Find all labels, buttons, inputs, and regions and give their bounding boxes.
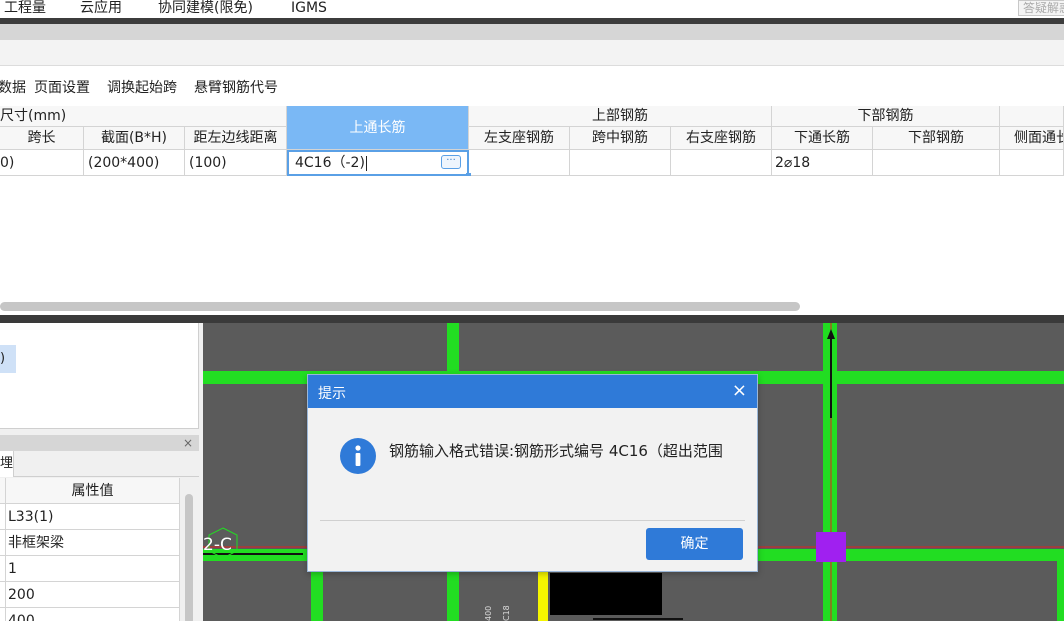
col-header-top-through[interactable]: 上通长筋 [287, 106, 469, 150]
ok-button[interactable]: 确定 [646, 528, 743, 560]
cell-edge-distance[interactable]: (100) [185, 150, 287, 176]
dialog-separator [320, 520, 745, 521]
rebar-grid: 尺寸(mm) 上通长筋 上部钢筋 下部钢筋 跨长 截面(B*H) 距左边线距离 … [0, 106, 1064, 176]
app-window: 工程量 云应用 协同建模(限免) IGMS 答疑解惑 数据 页面设置 调换起始跨… [0, 0, 1064, 621]
col-header-left-support-label: 左支座钢筋 [484, 130, 554, 146]
dialog-title: 提示 [318, 386, 346, 402]
property-panel-tab[interactable]: 埋 [0, 451, 14, 477]
pane-splitter[interactable] [0, 315, 1064, 323]
property-value-name[interactable]: L33(1) [6, 504, 180, 530]
property-scroll-thumb[interactable] [185, 494, 193, 621]
toolbar-data-button[interactable]: 数据 [0, 77, 26, 97]
info-icon [340, 438, 376, 474]
group-header-dimensions-label: 尺寸(mm) [0, 108, 67, 124]
toolbar-page-setup-button[interactable]: 页面设置 [34, 77, 90, 97]
component-list: ) [0, 323, 199, 429]
dimension-text-2: C18 [502, 605, 511, 621]
menu-item-collab-modeling[interactable]: 协同建模(限免) [158, 0, 253, 18]
cell-span-length[interactable]: 0) [0, 150, 84, 176]
group-header-top-rebar-label: 上部钢筋 [592, 108, 648, 124]
cell-section-value: (200*400) [88, 155, 160, 171]
menu-bar: 工程量 云应用 协同建模(限免) IGMS 答疑解惑 [0, 0, 1064, 18]
group-header-blank [1000, 106, 1064, 127]
text-caret [365, 155, 367, 171]
col-header-right-support-label: 右支座钢筋 [686, 130, 756, 146]
grid-toolbar: 数据 页面设置 调换起始跨 悬臂钢筋代号 [0, 67, 1064, 105]
cell-section[interactable]: (200*400) [84, 150, 185, 176]
cell-top-through-editor[interactable]: 4C16（-2) ··· [287, 150, 469, 176]
selected-block[interactable] [550, 573, 662, 615]
axis-label: 2-C [203, 535, 232, 555]
cell-bottom-through[interactable]: 2⌀18 [772, 150, 873, 176]
prompt-dialog: 提示 × 钢筋输入格式错误:钢筋形式编号 4C16（超出范围 确定 [307, 374, 758, 572]
col-header-right-support[interactable]: 右支座钢筋 [671, 127, 772, 150]
menu-item-quantities[interactable]: 工程量 [4, 0, 46, 18]
col-header-span-length[interactable]: 跨长 [0, 127, 84, 150]
beam-vertical-edge[interactable] [1057, 561, 1064, 621]
col-header-edge-distance-label: 距左边线距离 [193, 130, 278, 146]
property-value-type[interactable]: 非框架梁 [6, 530, 180, 556]
grid-empty-area [0, 176, 1064, 315]
help-search-input[interactable]: 答疑解惑 [1018, 0, 1064, 16]
dimension-text-1: 400 [484, 606, 493, 621]
col-header-edge-distance[interactable]: 距左边线距离 [185, 127, 287, 150]
col-header-section-label: 截面(B*H) [100, 130, 168, 146]
col-header-section[interactable]: 截面(B*H) [84, 127, 185, 150]
cell-bottom-through-value: 2⌀18 [775, 155, 811, 171]
ribbon-strip [0, 24, 1064, 40]
component-list-selected-item[interactable]: ) [0, 345, 16, 373]
col-header-bottom-through-label: 下通长筋 [794, 130, 850, 146]
property-value-height[interactable]: 400 [6, 608, 180, 621]
group-header-bottom-rebar: 下部钢筋 [772, 106, 1000, 127]
highlight-beam[interactable] [538, 571, 548, 621]
cell-edge-distance-value: (100) [189, 155, 227, 171]
col-header-side-through-label: 侧面通长筋 [1014, 130, 1063, 146]
property-header-value: 属性值 [6, 478, 180, 504]
col-header-bottom-rebar-label: 下部钢筋 [908, 130, 964, 146]
property-table: 属性值 L33(1) 非框架梁 1 200 400 [0, 478, 180, 621]
column-marker[interactable] [816, 532, 846, 562]
cell-bottom-rebar[interactable] [873, 150, 1000, 176]
property-value-width[interactable]: 200 [6, 582, 180, 608]
component-list-selected-label: ) [0, 351, 6, 366]
col-header-bottom-rebar[interactable]: 下部钢筋 [873, 127, 1000, 150]
cell-side-through[interactable] [1000, 150, 1064, 176]
col-header-mid-span[interactable]: 跨中钢筋 [570, 127, 671, 150]
dialog-message: 钢筋输入格式错误:钢筋形式编号 4C16（超出范围 [389, 442, 723, 460]
cell-left-support[interactable] [469, 150, 570, 176]
group-header-dimensions: 尺寸(mm) [0, 106, 287, 127]
menu-item-igms[interactable]: IGMS [291, 0, 327, 18]
menu-item-cloud-apps[interactable]: 云应用 [80, 0, 122, 18]
col-header-mid-span-label: 跨中钢筋 [592, 130, 648, 146]
left-panel: ) × 埋 属性值 L33(1) 非框架梁 1 200 400 [0, 323, 203, 621]
info-glyph-svg [355, 445, 361, 466]
cell-span-length-value: 0) [0, 155, 15, 171]
cell-mid-span[interactable] [570, 150, 671, 176]
grid-horizontal-scrollbar[interactable] [0, 302, 800, 311]
col-header-span-length-label: 跨长 [27, 130, 56, 146]
property-panel-close-icon[interactable]: × [183, 435, 193, 451]
dialog-close-icon[interactable]: × [732, 380, 747, 402]
ellipsis-button[interactable]: ··· [441, 155, 461, 169]
col-header-side-through[interactable]: 侧面通长筋 [1000, 127, 1064, 150]
property-panel-tabs: 埋 [0, 451, 199, 477]
toolbar-cantilever-code-button[interactable]: 悬臂钢筋代号 [194, 77, 278, 97]
group-header-bottom-rebar-label: 下部钢筋 [857, 108, 914, 124]
cell-right-support[interactable] [671, 150, 772, 176]
col-header-bottom-through[interactable]: 下通长筋 [772, 127, 873, 150]
dialog-titlebar[interactable]: 提示 × [308, 375, 757, 408]
cell-top-through-value: 4C16（-2) [295, 155, 365, 171]
toolbar-swap-start-span-button[interactable]: 调换起始跨 [107, 77, 177, 97]
col-header-left-support[interactable]: 左支座钢筋 [469, 127, 570, 150]
property-value-spans[interactable]: 1 [6, 556, 180, 582]
sub-ribbon [0, 40, 1064, 66]
property-vertical-scrollbar[interactable] [180, 478, 199, 621]
property-panel-titlebar: × [0, 435, 199, 451]
col-header-top-through-label: 上通长筋 [349, 120, 406, 136]
group-header-top-rebar: 上部钢筋 [469, 106, 772, 127]
